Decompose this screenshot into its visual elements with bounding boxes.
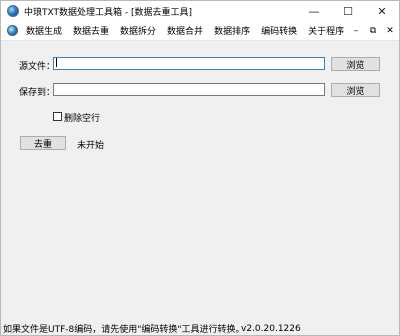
run-status-text: 未开始 (77, 141, 105, 151)
mdi-minimize-button[interactable]: – (351, 26, 361, 36)
mdi-close-button[interactable]: ✕ (385, 26, 395, 36)
menu-item-data-generate[interactable]: 数据生成 (26, 24, 62, 37)
source-file-label: 源文件： (19, 62, 56, 72)
status-bar: 如果文件是UTF-8编码，请先使用"编码转换"工具进行转换。 v2.0.20.1… (1, 322, 399, 336)
maximize-button[interactable]: ☐ (331, 1, 365, 21)
app-logo-icon (7, 5, 19, 17)
source-file-input[interactable] (53, 57, 325, 70)
mdi-restore-button[interactable]: ⧉ (368, 26, 378, 36)
save-to-label: 保存到： (19, 88, 56, 98)
title-bar: 中琅TXT数据处理工具箱 - [数据去重工具] — ☐ ✕ (1, 1, 399, 21)
dedupe-run-button[interactable]: 去重 (20, 136, 66, 150)
text-caret (56, 58, 57, 67)
menu-item-about[interactable]: 关于程序 (308, 24, 344, 37)
source-browse-button[interactable]: 浏览 (331, 57, 380, 71)
menu-item-data-split[interactable]: 数据拆分 (120, 24, 156, 37)
window-title: 中琅TXT数据处理工具箱 - [数据去重工具] (24, 7, 192, 18)
minimize-button[interactable]: — (297, 1, 331, 21)
window-controls: — ☐ ✕ (297, 1, 399, 21)
app-window: 中琅TXT数据处理工具箱 - [数据去重工具] — ☐ ✕ 数据生成 数据去重 … (0, 0, 400, 336)
mdi-controls: – ⧉ ✕ (351, 21, 395, 40)
delete-empty-lines-checkbox[interactable] (53, 112, 62, 121)
menu-item-encoding-convert[interactable]: 编码转换 (261, 24, 297, 37)
save-browse-button[interactable]: 浏览 (331, 83, 380, 97)
close-button[interactable]: ✕ (365, 1, 399, 21)
menu-item-data-sort[interactable]: 数据排序 (214, 24, 250, 37)
delete-empty-lines-label: 删除空行 (64, 114, 101, 124)
menu-item-data-merge[interactable]: 数据合并 (167, 24, 203, 37)
save-to-input[interactable] (53, 83, 325, 96)
status-note: 如果文件是UTF-8编码，请先使用"编码转换"工具进行转换。 (3, 325, 245, 335)
menu-bar: 数据生成 数据去重 数据拆分 数据合并 数据排序 编码转换 关于程序 – ⧉ ✕ (1, 21, 399, 41)
version-text: v2.0.20.1226 (241, 323, 301, 334)
menu-item-data-dedupe[interactable]: 数据去重 (73, 24, 109, 37)
child-window-icon[interactable] (7, 25, 18, 36)
